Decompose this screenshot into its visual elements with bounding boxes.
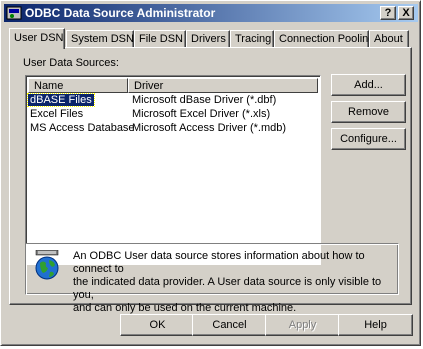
tab-user-dsn[interactable]: User DSN	[9, 28, 65, 49]
data-sources-list[interactable]: Name Driver dBASE Files Microsoft dBase …	[25, 75, 321, 265]
user-dsn-panel: User Data Sources: Name Driver dBASE Fil…	[9, 47, 412, 314]
list-row-dbase[interactable]: dBASE Files Microsoft dBase Driver (*.db…	[27, 93, 318, 108]
info-line-1: An ODBC User data source stores informat…	[73, 250, 365, 275]
list-item-driver: Microsoft Excel Driver (*.xls)	[132, 108, 271, 120]
odbc-globe-icon	[35, 250, 59, 280]
info-line-2: the indicated data provider. A User data…	[73, 276, 382, 301]
list-row-ms-access[interactable]: MS Access Database Microsoft Access Driv…	[28, 122, 318, 136]
list-item-driver: Microsoft dBase Driver (*.dbf)	[132, 94, 277, 106]
close-titlebar-button[interactable]: X	[398, 6, 414, 20]
apply-button[interactable]: Apply	[265, 314, 340, 336]
list-item-name: MS Access Database	[30, 122, 135, 134]
tab-file-dsn[interactable]: File DSN	[134, 30, 186, 47]
cancel-button[interactable]: Cancel	[192, 314, 267, 336]
list-row-excel[interactable]: Excel Files Microsoft Excel Driver (*.xl…	[28, 108, 318, 122]
tab-system-dsn[interactable]: System DSN	[66, 30, 134, 47]
ok-button[interactable]: OK	[120, 314, 195, 336]
list-item-driver: Microsoft Access Driver (*.mdb)	[132, 122, 287, 134]
odbc-dialog-window: ODBC Data Source Administrator ? X User …	[0, 0, 421, 346]
tab-drivers[interactable]: Drivers	[186, 30, 230, 47]
info-line-3: and can only be used on the current mach…	[73, 302, 297, 314]
window-title: ODBC Data Source Administrator	[25, 6, 216, 20]
column-header-name[interactable]: Name	[28, 78, 128, 93]
configure-button[interactable]: Configure...	[331, 128, 406, 150]
list-item-name: Excel Files	[30, 108, 84, 120]
user-data-sources-label: User Data Sources:	[23, 57, 119, 69]
remove-button[interactable]: Remove	[331, 101, 406, 123]
info-box: An ODBC User data source stores informat…	[25, 243, 399, 314]
column-header-driver[interactable]: Driver	[128, 78, 318, 93]
info-text: An ODBC User data source stores informat…	[73, 250, 393, 315]
title-bar[interactable]: ODBC Data Source Administrator ? X	[4, 4, 418, 22]
tab-about[interactable]: About	[369, 30, 409, 47]
help-titlebar-button[interactable]: ?	[380, 6, 396, 20]
help-button[interactable]: Help	[338, 314, 413, 336]
tab-connection-pooling[interactable]: Connection Pooling	[274, 30, 374, 47]
tab-tracing[interactable]: Tracing	[230, 30, 274, 47]
add-button[interactable]: Add...	[331, 74, 406, 96]
list-item-name: dBASE Files	[27, 93, 95, 107]
odbc-app-icon	[6, 6, 22, 20]
